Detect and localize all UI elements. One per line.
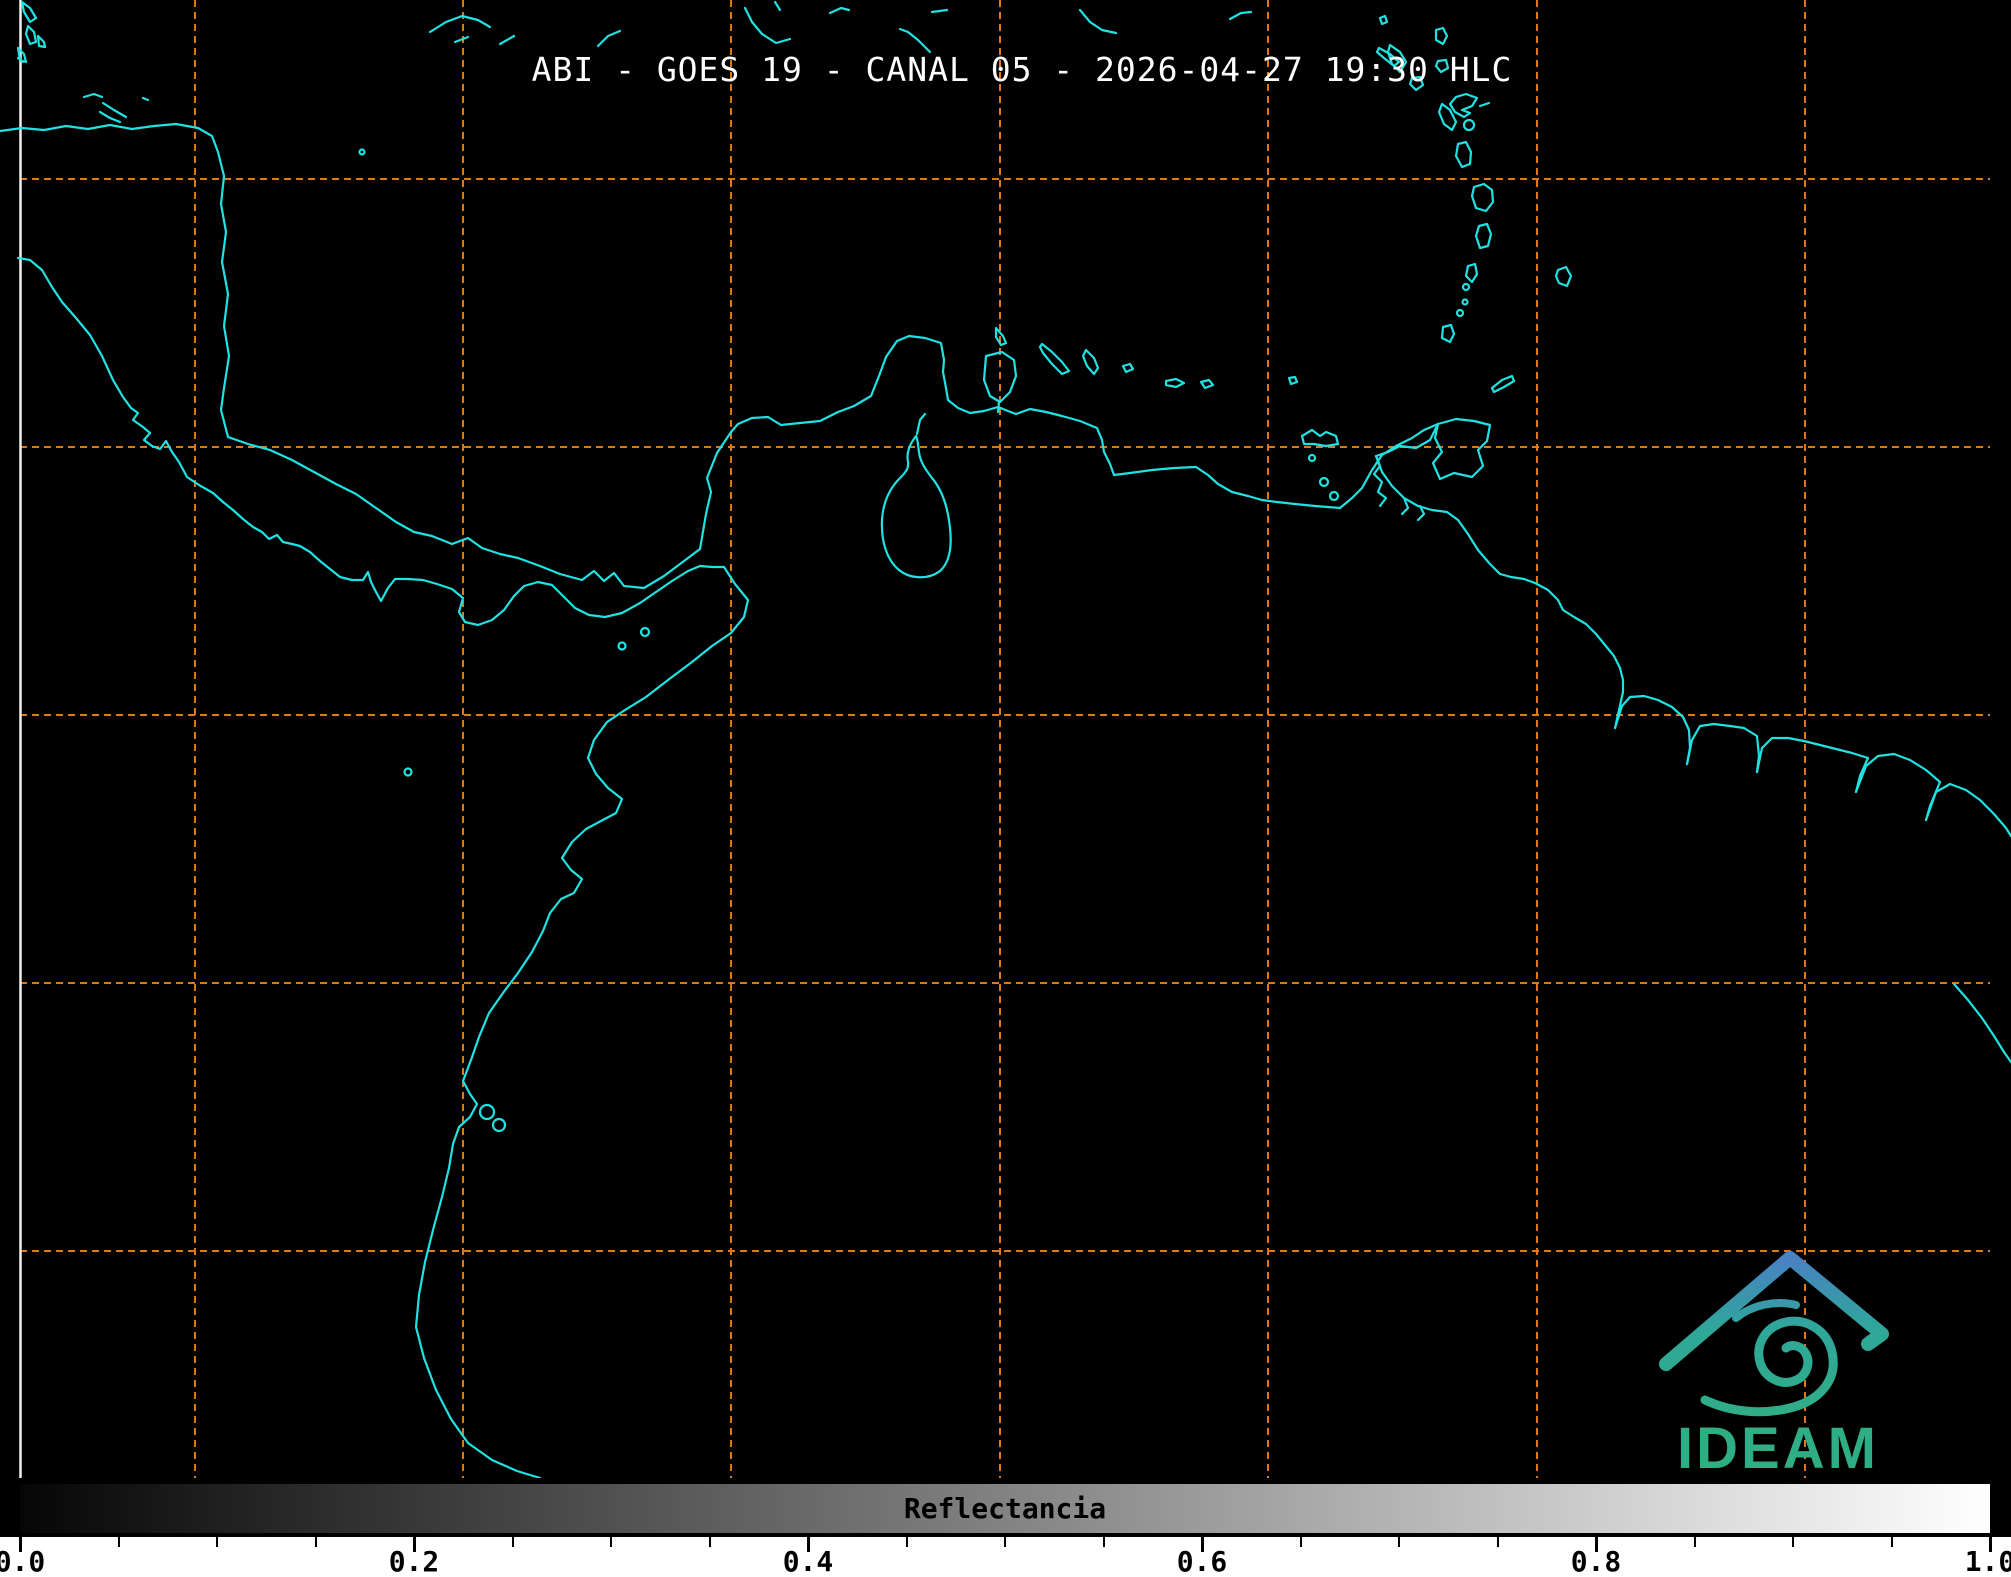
colorbar-label: Reflectancia xyxy=(16,1492,1994,1525)
colorbar-major-tick xyxy=(1989,1537,1992,1552)
colorbar-tick-label: 0.0 xyxy=(0,1545,52,1577)
satellite-product-view: IDEAM ABI - GOES 19 - CANAL 05 - 2026-04… xyxy=(0,0,2011,1577)
colorbar-minor-tick xyxy=(906,1537,908,1547)
latlon-grid xyxy=(20,0,1990,1478)
colorbar-major-tick xyxy=(19,1537,22,1552)
ideam-spiral-icon xyxy=(1705,1321,1833,1411)
colorbar-minor-tick xyxy=(1891,1537,1893,1547)
colorbar-minor-tick xyxy=(1398,1537,1400,1547)
ideam-logo: IDEAM xyxy=(1666,1258,1882,1478)
map-canvas: IDEAM xyxy=(0,0,2011,1478)
colorbar-minor-tick xyxy=(1103,1537,1105,1547)
colorbar-major-tick xyxy=(413,1537,416,1552)
colorbar-major-tick xyxy=(807,1537,810,1552)
colorbar-major-tick xyxy=(1595,1537,1598,1552)
reflectance-colorbar: Reflectancia xyxy=(16,1480,1994,1537)
colorbar-minor-tick xyxy=(118,1537,120,1547)
colorbar-major-tick xyxy=(1201,1537,1204,1552)
colorbar-minor-tick xyxy=(216,1537,218,1547)
colorbar-minor-tick xyxy=(1300,1537,1302,1547)
colorbar-minor-tick xyxy=(1004,1537,1006,1547)
image-title: ABI - GOES 19 - CANAL 05 - 2026-04-27 19… xyxy=(0,50,2011,89)
colorbar-minor-tick xyxy=(1792,1537,1794,1547)
colorbar-minor-tick xyxy=(1694,1537,1696,1547)
colorbar-axis: 0.0 0.2 0.4 0.6 0.8 1.0 xyxy=(0,1537,2011,1577)
colorbar-minor-tick xyxy=(709,1537,711,1547)
ideam-roof-icon xyxy=(1666,1258,1882,1364)
colorbar-minor-tick xyxy=(315,1537,317,1547)
ideam-logo-text: IDEAM xyxy=(1677,1416,1879,1478)
colorbar-minor-tick xyxy=(512,1537,514,1547)
coastline-layer xyxy=(0,2,2011,1478)
colorbar-minor-tick xyxy=(1497,1537,1499,1547)
colorbar-tick-label: 1.0 xyxy=(1958,1545,2011,1577)
colorbar-minor-tick xyxy=(610,1537,612,1547)
